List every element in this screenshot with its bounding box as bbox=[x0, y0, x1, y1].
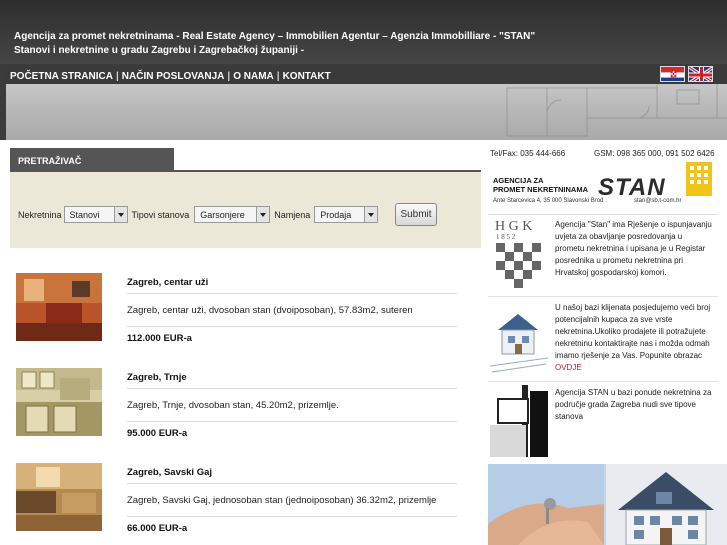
croatian-flag-icon[interactable] bbox=[660, 66, 685, 82]
listing-description: Zagreb, Savski Gaj, jednosoban stan (jed… bbox=[127, 495, 437, 506]
sold-sign-icon bbox=[490, 385, 548, 457]
divider bbox=[127, 326, 457, 327]
listing-price: 112.000 EUR-a bbox=[127, 333, 192, 344]
blueprint-decoration bbox=[506, 84, 727, 137]
listing-description: Zagreb, centar uži, dvosoban stan (dvoip… bbox=[127, 305, 413, 316]
info-block-offer: Agencija STAN u bazi ponude nekretnina z… bbox=[488, 383, 718, 459]
listing-price: 95.000 EUR-a bbox=[127, 428, 188, 439]
listing-title[interactable]: Zagreb, Trnje bbox=[127, 372, 187, 383]
hgk-logo-icon: H G K 1 8 5 2 bbox=[490, 217, 548, 291]
namjena-select[interactable]: Prodaja bbox=[314, 206, 379, 223]
submit-button[interactable]: Submit bbox=[395, 203, 437, 226]
divider bbox=[127, 516, 457, 517]
namjena-label: Namjena bbox=[274, 209, 311, 220]
logo-address: Ante Starcevica 4, 35 000 Slavonski Brod bbox=[493, 198, 604, 204]
divider bbox=[127, 483, 457, 484]
chevron-down-icon bbox=[113, 207, 127, 222]
listing-title[interactable]: Zagreb, centar uži bbox=[127, 277, 208, 288]
listing-item[interactable]: Zagreb, Savski Gaj Zagreb, Savski Gaj, j… bbox=[16, 463, 457, 545]
nav-separator: | bbox=[115, 71, 119, 82]
listing-item[interactable]: Zagreb, Trnje Zagreb, Trnje, dvosoban st… bbox=[16, 368, 457, 458]
divider bbox=[488, 296, 718, 297]
building-logo-icon bbox=[686, 162, 712, 196]
header-banner bbox=[6, 84, 727, 140]
keys-house-photo bbox=[488, 464, 727, 545]
namjena-select-value: Prodaja bbox=[320, 210, 352, 220]
nav-about[interactable]: O NAMA bbox=[233, 71, 274, 82]
buyers-text-body: U našoj bazi klijenata posjedujemo veći … bbox=[555, 303, 711, 360]
info-block-hgk: H G K 1 8 5 2 Agencija "Stan" ima Rješen… bbox=[488, 215, 718, 295]
uk-flag-icon[interactable] bbox=[688, 66, 713, 82]
listing-title[interactable]: Zagreb, Savski Gaj bbox=[127, 467, 212, 478]
hgk-year: 1 8 5 2 bbox=[496, 233, 516, 241]
page: Agencija za promet nekretninama - Real E… bbox=[0, 0, 727, 545]
logo-agency-text: AGENCIJA ZA PROMET NEKRETNINAMA bbox=[493, 176, 588, 194]
listing-price: 66.000 EUR-a bbox=[127, 523, 188, 534]
agency-logo: AGENCIJA ZA PROMET NEKRETNINAMA STAN Ant… bbox=[488, 160, 718, 210]
info-block-buyers: U našoj bazi klijenata posjedujemo veći … bbox=[488, 298, 718, 380]
nekretnina-select-value: Stanovi bbox=[69, 210, 100, 220]
offer-text: Agencija STAN u bazi ponude nekretnina z… bbox=[555, 388, 712, 421]
contact-gsm: GSM: 098 365 000, 091 502 6426 bbox=[594, 149, 715, 158]
logo-agency-line-2: PROMET NEKRETNINAMA bbox=[493, 185, 588, 194]
listing-item[interactable]: Zagreb, centar uži Zagreb, centar uži, d… bbox=[16, 273, 457, 363]
chevron-down-icon bbox=[364, 207, 378, 222]
listing-photo[interactable] bbox=[16, 273, 102, 341]
search-form: Nekretnina Stanovi Tipovi stanova Garson… bbox=[18, 206, 382, 223]
tagline-line-2: Stanovi i nekretnine u gradu Zagrebu i Z… bbox=[14, 45, 305, 56]
logo-agency-line-1: AGENCIJA ZA bbox=[493, 176, 544, 185]
house-model-icon bbox=[490, 300, 548, 376]
divider bbox=[127, 388, 457, 389]
tipovi-select[interactable]: Garsonjere bbox=[194, 206, 271, 223]
header-top: Agencija za promet nekretninama - Real E… bbox=[0, 0, 727, 64]
form-link[interactable]: OVDJE bbox=[555, 363, 582, 372]
nav-separator: | bbox=[227, 71, 231, 82]
listing-description: Zagreb, Trnje, dvosoban stan, 45.20m2, p… bbox=[127, 400, 339, 411]
nav-business[interactable]: NAČIN POSLOVANJA bbox=[122, 71, 225, 82]
search-tab: PRETRAŽIVAČ bbox=[10, 148, 174, 172]
hgk-letters: H G K bbox=[495, 219, 532, 234]
divider bbox=[127, 293, 457, 294]
nekretnina-select[interactable]: Stanovi bbox=[63, 206, 128, 223]
hgk-text: Agencija "Stan" ima Rješenje o ispunjava… bbox=[555, 220, 712, 277]
contact-phone: Tel/Fax: 035 444-666 bbox=[490, 149, 566, 158]
divider bbox=[127, 421, 457, 422]
divider bbox=[488, 381, 718, 382]
listing-photo[interactable] bbox=[16, 463, 102, 531]
site-header: Agencija za promet nekretninama - Real E… bbox=[0, 0, 727, 140]
nekretnina-label: Nekretnina bbox=[18, 209, 62, 220]
chevron-down-icon bbox=[256, 207, 270, 222]
tipovi-select-value: Garsonjere bbox=[200, 210, 245, 220]
nav-separator: | bbox=[276, 71, 280, 82]
tipovi-label: Tipovi stanova bbox=[131, 209, 190, 220]
logo-email: stan@sb.t-com.hr bbox=[634, 198, 682, 204]
listing-photo[interactable] bbox=[16, 368, 102, 436]
nav-contact[interactable]: KONTAKT bbox=[283, 71, 331, 82]
nav-home[interactable]: POČETNA STRANICA bbox=[10, 71, 113, 82]
buyers-text: U našoj bazi klijenata posjedujemo veći … bbox=[555, 302, 713, 374]
tagline-line-1: Agencija za promet nekretninama - Real E… bbox=[14, 31, 536, 42]
site-tagline: Agencija za promet nekretninama - Real E… bbox=[14, 30, 535, 58]
search-panel: Nekretnina Stanovi Tipovi stanova Garson… bbox=[10, 172, 481, 248]
